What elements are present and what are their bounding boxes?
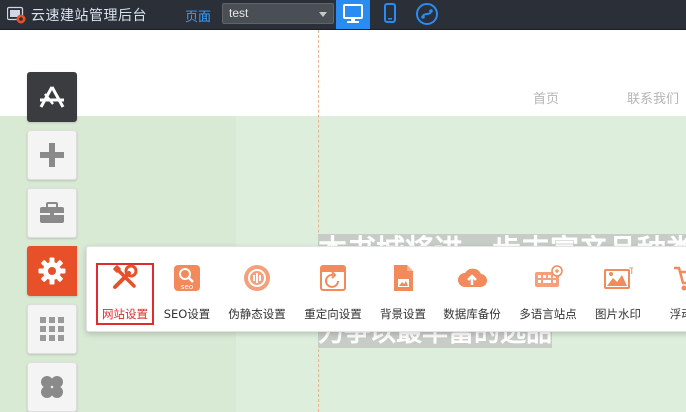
item-label: 图片水印 bbox=[595, 307, 641, 321]
desktop-view-button[interactable] bbox=[336, 0, 370, 29]
top-bar: 云速建站管理后台 页面 test bbox=[0, 0, 686, 30]
add-button[interactable] bbox=[27, 130, 77, 180]
chevron-down-icon bbox=[319, 12, 327, 17]
toolbox-icon bbox=[40, 202, 64, 223]
design-tool-icon bbox=[39, 86, 65, 108]
multi-language-site-item[interactable]: 多语言站点 bbox=[510, 247, 586, 331]
settings-button[interactable] bbox=[27, 246, 77, 296]
app-title: 云速建站管理后台 bbox=[31, 8, 147, 24]
gear-icon bbox=[38, 257, 66, 285]
keyboard-language-icon bbox=[535, 265, 563, 287]
pseudo-static-icon bbox=[244, 265, 270, 291]
clover-icon bbox=[41, 376, 63, 398]
center-guide-line bbox=[318, 30, 319, 412]
redirect-settings-item[interactable]: 重定向设置 bbox=[295, 247, 371, 331]
seo-settings-item[interactable]: seo SEO设置 bbox=[149, 247, 225, 331]
grid-icon bbox=[40, 317, 64, 341]
mini-program-view-button[interactable] bbox=[410, 0, 444, 29]
image-watermark-item[interactable]: T 图片水印 bbox=[580, 247, 656, 331]
mobile-icon bbox=[384, 3, 396, 23]
item-label: SEO设置 bbox=[163, 307, 211, 321]
svg-text:seo: seo bbox=[181, 283, 193, 291]
mini-program-icon bbox=[416, 3, 438, 25]
desktop-icon bbox=[343, 4, 363, 23]
database-backup-item[interactable]: 数据库备份 bbox=[434, 247, 510, 331]
plus-icon bbox=[40, 143, 64, 167]
item-label: 浮动购 bbox=[669, 307, 686, 321]
seo-icon: seo bbox=[174, 265, 200, 291]
redirect-icon bbox=[320, 265, 346, 291]
nav-home[interactable]: 首页 bbox=[533, 88, 559, 107]
page-select-value: test bbox=[229, 6, 249, 20]
item-label: 数据库备份 bbox=[443, 307, 501, 321]
page-label: 页面 bbox=[185, 10, 212, 25]
nav-contact[interactable]: 联系我们 bbox=[627, 88, 679, 107]
apps-grid-button[interactable] bbox=[27, 304, 77, 354]
floating-cart-item[interactable]: 浮动购 bbox=[649, 247, 686, 331]
clover-button[interactable] bbox=[27, 362, 77, 412]
cloud-upload-icon bbox=[458, 268, 487, 288]
wrench-icon bbox=[113, 264, 138, 289]
page-select[interactable]: test bbox=[222, 3, 334, 24]
item-label: 背景设置 bbox=[380, 307, 426, 321]
site-header-area bbox=[0, 30, 686, 116]
mobile-view-button[interactable] bbox=[373, 0, 407, 29]
background-image-icon bbox=[394, 265, 413, 291]
design-tool-button[interactable] bbox=[27, 72, 77, 122]
background-settings-item[interactable]: 背景设置 bbox=[365, 247, 441, 331]
toolbox-button[interactable] bbox=[27, 188, 77, 238]
app-logo-icon bbox=[7, 6, 26, 24]
cart-icon bbox=[674, 266, 686, 291]
settings-panel: 网站设置 seo SEO设置 伪静态设置 重定向设置 背景设置 数据库备份 多语… bbox=[86, 246, 686, 332]
item-label: 伪静态设置 bbox=[228, 307, 286, 321]
item-label: 重定向设置 bbox=[304, 307, 362, 321]
pseudo-static-settings-item[interactable]: 伪静态设置 bbox=[219, 247, 295, 331]
image-watermark-icon: T bbox=[604, 267, 633, 289]
svg-text:T: T bbox=[628, 267, 633, 277]
item-label: 多语言站点 bbox=[519, 307, 577, 321]
